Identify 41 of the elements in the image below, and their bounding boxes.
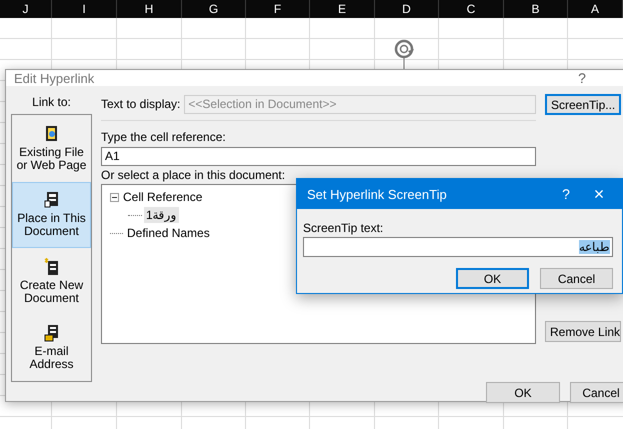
link-type-item[interactable]: Place in This Document: [12, 182, 91, 248]
link-to-label: Link to:: [31, 94, 72, 111]
selected-text: طباعه: [579, 240, 610, 254]
help-button[interactable]: ?: [572, 70, 592, 86]
cancel-button[interactable]: Cancel: [570, 382, 623, 403]
field-label: Text to display:: [101, 97, 180, 111]
cancel-button[interactable]: Cancel: [540, 268, 613, 289]
remove-link-button[interactable]: Remove Link: [545, 321, 621, 342]
column-header[interactable]: J: [0, 0, 52, 18]
screentip-text-field[interactable]: طباعه: [303, 237, 613, 257]
tree-item[interactable]: Defined Names: [125, 225, 212, 241]
screentip-button[interactable]: ScreenTip...: [545, 94, 621, 115]
close-button[interactable]: ×: [576, 184, 622, 204]
field-label: Or select a place in this document:: [101, 168, 286, 182]
cell-reference-field[interactable]: A1: [101, 146, 536, 166]
tree-item[interactable]: ورقة1: [144, 207, 179, 223]
document-icon: [44, 191, 60, 210]
column-header[interactable]: I: [52, 0, 117, 18]
link-type-item[interactable]: E-mail Address: [12, 314, 91, 381]
ok-button[interactable]: OK: [486, 382, 560, 403]
link-type-item[interactable]: Existing File or Web Page: [12, 115, 91, 182]
column-header[interactable]: B: [504, 0, 568, 18]
field-label: Type the cell reference:: [101, 130, 227, 144]
tree-item[interactable]: Cell Reference: [121, 189, 204, 205]
window-title: Edit Hyperlink: [14, 70, 96, 86]
column-header[interactable]: E: [310, 0, 375, 18]
column-header[interactable]: H: [117, 0, 182, 18]
column-header[interactable]: F: [246, 0, 310, 18]
dialog-title: Set Hyperlink ScreenTip: [307, 186, 448, 202]
ok-button[interactable]: OK: [456, 268, 529, 289]
collapse-toggle-icon[interactable]: [110, 192, 119, 202]
column-header[interactable]: D: [375, 0, 439, 18]
column-header[interactable]: C: [439, 0, 504, 18]
envelope-document-icon: [44, 324, 60, 342]
help-button[interactable]: ?: [556, 186, 576, 202]
column-header[interactable]: A: [568, 0, 623, 18]
link-type-item[interactable]: Create New Document: [12, 248, 91, 314]
field-label: ScreenTip text:: [303, 221, 384, 235]
new-document-icon: [44, 258, 60, 276]
document-icon: [44, 124, 60, 143]
column-header[interactable]: G: [182, 0, 246, 18]
